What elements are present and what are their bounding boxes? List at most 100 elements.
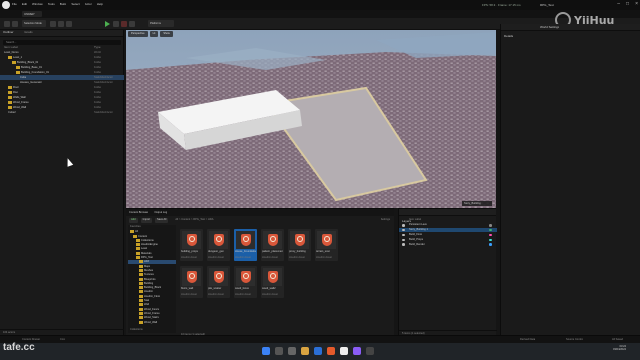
folder-icon (139, 277, 143, 281)
outliner-col-label[interactable]: Item Label (4, 45, 18, 49)
project-tab-bar (0, 10, 640, 18)
content-drawer-button[interactable]: Content Drawer (22, 338, 40, 341)
menu-item-select[interactable]: Select (71, 2, 79, 8)
details-header: Details (501, 24, 640, 38)
visibility-eye-icon[interactable] (402, 233, 405, 237)
source-folder-label: Maps (144, 264, 151, 268)
app-icon-2[interactable] (366, 347, 374, 355)
eject-icon[interactable] (129, 21, 135, 27)
menu-item-window[interactable]: Window (32, 2, 43, 8)
asset-tile[interactable]: pile_scatter Houdini Asset (207, 266, 230, 298)
favorites-header[interactable]: Favorites (130, 225, 141, 228)
viewport-btn-lit[interactable]: Lit (149, 31, 159, 37)
content-icon[interactable] (12, 21, 18, 27)
cb-settings-button[interactable]: Settings (381, 218, 390, 221)
platforms-dropdown[interactable]: Platforms (148, 20, 174, 27)
layer-label: Build_Render (409, 242, 425, 246)
minimize-icon[interactable]: – (617, 1, 620, 7)
asset-tile[interactable]: floors_wall Houdini Asset (180, 266, 203, 298)
details-tab[interactable]: Details (24, 30, 33, 36)
layer-row[interactable]: Build_Render (399, 242, 497, 247)
layer-color-icon (489, 224, 492, 227)
asset-tile[interactable]: building_props Houdini Asset (180, 229, 203, 261)
menu-item-edit[interactable]: Edit (22, 2, 27, 8)
source-folder-label: Wood_Wall (144, 320, 158, 324)
folder-icon (139, 273, 143, 277)
search-icon[interactable] (275, 347, 283, 355)
menu-item-file[interactable]: File (12, 2, 17, 8)
visibility-eye-icon[interactable] (402, 238, 405, 242)
layers-col-label[interactable]: Item Label (409, 218, 421, 221)
file-explorer-icon[interactable] (301, 347, 309, 355)
edge-icon[interactable] (314, 347, 322, 355)
cmd-console[interactable]: Cmd (60, 338, 65, 341)
outliner-search-input[interactable]: Search... (3, 40, 121, 45)
stop-icon[interactable] (121, 21, 127, 27)
asset-tile[interactable]: proxy_building Houdini Asset (288, 229, 311, 261)
save-all-button[interactable]: Save All (154, 217, 169, 223)
project-tab[interactable]: UNREP (22, 11, 42, 17)
houdini-icon[interactable] (327, 347, 335, 355)
level-viewport[interactable]: Perspective Lit Show Story_Building (126, 30, 496, 208)
unreal-taskbar-icon[interactable] (340, 347, 348, 355)
asset-tile[interactable]: wood_wall2 Houdini Asset (261, 266, 284, 298)
folder-icon (8, 55, 12, 59)
cb-tab-0[interactable]: Content Browser (129, 209, 148, 216)
task-view-icon[interactable] (288, 347, 296, 355)
unreal-logo-icon[interactable] (2, 1, 10, 9)
menu-item-build[interactable]: Build (60, 2, 67, 8)
outliner-tab[interactable]: Outliner (3, 30, 14, 36)
maximize-icon[interactable]: □ (626, 1, 629, 7)
viewport-scene[interactable] (126, 30, 496, 208)
close-icon[interactable]: × (635, 1, 638, 7)
asset-tile[interactable]: House_Foundation Houdini Asset (234, 229, 257, 261)
visibility-eye-icon[interactable] (402, 228, 405, 232)
source-folder[interactable]: Wood_Wall (128, 320, 176, 324)
details-title[interactable]: Details (504, 34, 513, 38)
blueprint-icon[interactable] (58, 21, 64, 27)
selection-mode-dropdown[interactable]: Selection Mode (22, 20, 46, 27)
asset-tile[interactable]: wood_fence Houdini Asset (234, 266, 257, 298)
folder-icon (139, 260, 143, 264)
play-icon[interactable] (105, 21, 110, 27)
outliner-col-type[interactable]: Type (94, 45, 101, 49)
visibility-eye-icon[interactable] (402, 243, 405, 246)
skip-icon[interactable] (113, 21, 119, 27)
folder-icon (139, 268, 143, 272)
menu-item-actor[interactable]: Actor (85, 2, 92, 8)
outliner-row-type: Folder (94, 90, 102, 94)
add-button[interactable]: Add (129, 217, 138, 223)
source-control-button[interactable]: Source Control (566, 338, 583, 341)
asset-type: Houdini Asset (208, 256, 224, 259)
save-icon[interactable] (4, 21, 10, 27)
cinematics-icon[interactable] (66, 21, 72, 27)
world-settings-tab[interactable]: World Settings (540, 25, 559, 29)
asset-name: wood_fence (235, 287, 249, 290)
source-folder-label: Level (141, 247, 148, 251)
asset-thumbnail (209, 268, 228, 286)
asset-tile[interactable]: pattern_placement Houdini Asset (261, 229, 284, 261)
start-icon[interactable] (262, 347, 270, 355)
layer-label: Build_Props (409, 237, 423, 241)
outliner-row-label: Cube2 (8, 110, 16, 114)
derived-data-button[interactable]: Derived Data (520, 338, 535, 341)
asset-type: Houdini Asset (235, 256, 251, 259)
app-icon[interactable] (353, 347, 361, 355)
taskbar-clock[interactable]: 03:24 03/04/2024 (613, 345, 626, 352)
folder-icon (139, 303, 143, 307)
asset-tile[interactable]: dungeon_gen Houdini Asset (207, 229, 230, 261)
import-button[interactable]: Import (140, 217, 152, 223)
breadcrumb[interactable]: All > Content > RPG_Test > HDA (175, 218, 213, 221)
cb-tab-1[interactable]: Output Log (154, 209, 167, 216)
outliner-row[interactable]: Cube2 StaticMeshActor (0, 110, 124, 115)
outliner-row-label: Building_Block_01 (17, 60, 39, 64)
outliner-list: Level_Demo World Level_1 Folder Building_Blo… (0, 50, 124, 120)
add-icon[interactable] (50, 21, 56, 27)
menu-item-tools[interactable]: Tools (48, 2, 55, 8)
visibility-eye-icon[interactable] (402, 224, 405, 227)
menu-item-help[interactable]: Help (97, 2, 103, 8)
viewport-btn-show[interactable]: Show (160, 31, 173, 37)
collections-header[interactable]: Collections (130, 328, 143, 331)
asset-tile[interactable]: terrain_scat Houdini Asset (315, 229, 338, 261)
viewport-btn-perspective[interactable]: Perspective (128, 31, 148, 37)
